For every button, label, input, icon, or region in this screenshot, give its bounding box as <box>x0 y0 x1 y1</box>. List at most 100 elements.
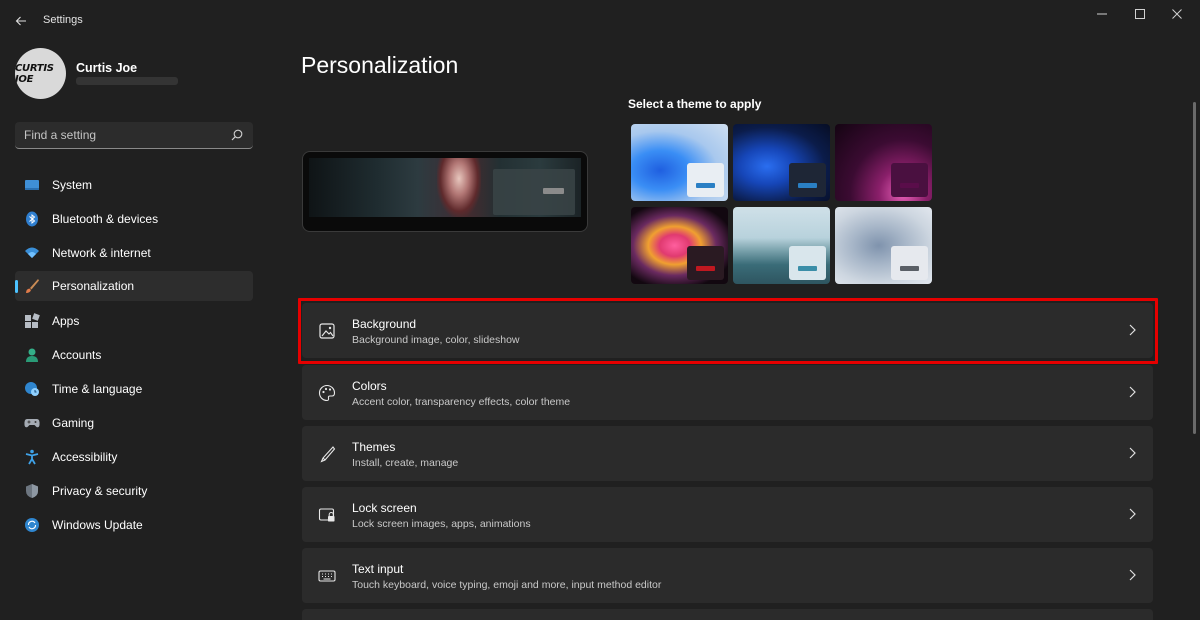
theme-tile-glow[interactable] <box>835 124 932 201</box>
maximize-icon <box>1135 9 1145 19</box>
sidebar-item-label: System <box>52 178 93 192</box>
user-name: Curtis Joe <box>76 61 138 75</box>
card-subtitle: Install, create, manage <box>352 457 459 469</box>
sidebar-item-accounts[interactable]: Accounts <box>15 340 253 370</box>
palette-icon <box>319 384 336 402</box>
theme-preview-window <box>789 246 826 280</box>
image-icon <box>319 323 335 339</box>
theme-accent-bar <box>696 183 715 188</box>
card-colors[interactable]: Colors Accent color, transparency effect… <box>302 365 1153 420</box>
update-icon <box>25 518 39 532</box>
card-subtitle: Touch keyboard, voice typing, emoji and … <box>352 579 662 591</box>
chevron-right-icon <box>1129 324 1136 336</box>
avatar-text: CURTIS JOE <box>15 62 54 85</box>
maximize-button[interactable] <box>1129 6 1151 22</box>
theme-tile-flow[interactable] <box>835 207 932 284</box>
globe-clock-icon <box>25 382 39 396</box>
minimize-icon <box>1097 13 1107 15</box>
search-input[interactable] <box>15 122 225 148</box>
card-lock-screen[interactable]: Lock screen Lock screen images, apps, an… <box>302 487 1153 542</box>
sidebar-item-label: Apps <box>52 314 80 328</box>
card-subtitle: Lock screen images, apps, animations <box>352 518 531 530</box>
sidebar-item-label: Network & internet <box>52 246 151 260</box>
theme-preview-window <box>891 163 928 197</box>
user-email-redacted <box>76 77 178 85</box>
bluetooth-icon <box>26 211 38 227</box>
card-subtitle: Accent color, transparency effects, colo… <box>352 396 571 408</box>
sidebar-item-system[interactable]: System <box>15 170 253 200</box>
desktop-preview <box>302 151 588 232</box>
settings-window: Settings CURTIS JOE Curtis Joe System <box>0 0 1200 620</box>
themes-label: Select a theme to apply <box>628 97 762 111</box>
sidebar-item-label: Windows Update <box>52 518 143 532</box>
card-background[interactable]: Background Background image, color, slid… <box>302 303 1153 358</box>
sidebar-item-label: Gaming <box>52 416 95 430</box>
card-title: Background <box>352 317 417 331</box>
search-box <box>15 122 253 149</box>
wifi-icon <box>25 247 39 258</box>
chevron-right-icon <box>1129 447 1136 459</box>
shield-icon <box>26 484 38 498</box>
sidebar-item-privacy-security[interactable]: Privacy & security <box>15 476 253 506</box>
close-icon <box>1172 9 1182 19</box>
theme-accent-bar <box>696 266 715 271</box>
person-icon <box>26 348 38 362</box>
sidebar-item-label: Accounts <box>52 348 102 362</box>
theme-preview-window <box>891 246 928 280</box>
card-text-input[interactable]: Text input Touch keyboard, voice typing,… <box>302 548 1153 603</box>
keyboard-icon <box>318 570 336 582</box>
gamepad-icon <box>24 419 40 428</box>
theme-preview-window <box>687 246 724 280</box>
lock-screen-icon <box>318 508 335 522</box>
chevron-right-icon <box>1129 569 1136 581</box>
close-button[interactable] <box>1166 6 1188 22</box>
sidebar-item-apps[interactable]: Apps <box>15 306 253 336</box>
sidebar-item-label: Privacy & security <box>52 484 148 498</box>
sidebar-item-accessibility[interactable]: Accessibility <box>15 442 253 472</box>
theme-accent-bar <box>900 266 919 271</box>
card-title: Text input <box>352 562 404 576</box>
preview-wallpaper-figure <box>437 158 481 217</box>
card-subtitle: Background image, color, slideshow <box>352 334 520 346</box>
theme-tile-captured-motion[interactable] <box>631 207 728 284</box>
monitor-icon <box>25 180 39 190</box>
back-button[interactable] <box>10 10 32 32</box>
sidebar-item-label: Bluetooth & devices <box>52 212 159 226</box>
card-title: Themes <box>352 440 396 454</box>
theme-accent-bar <box>900 183 919 188</box>
sidebar-item-personalization[interactable]: Personalization <box>15 271 253 301</box>
scrollbar[interactable] <box>1193 102 1196 434</box>
brush-icon <box>26 279 39 293</box>
minimize-button[interactable] <box>1091 6 1113 22</box>
title-bar: Settings <box>0 0 1200 42</box>
theme-tile-windows-light[interactable] <box>631 124 728 201</box>
pen-icon <box>320 446 336 463</box>
sidebar-item-bluetooth[interactable]: Bluetooth & devices <box>15 204 253 234</box>
theme-tile-windows-dark[interactable] <box>733 124 830 201</box>
theme-preview-window <box>789 163 826 197</box>
avatar[interactable]: CURTIS JOE <box>15 48 66 99</box>
app-title: Settings <box>43 14 83 26</box>
sidebar-item-gaming[interactable]: Gaming <box>15 408 253 438</box>
card-partial <box>302 609 1153 620</box>
theme-accent-bar <box>798 266 817 271</box>
sidebar-item-label: Personalization <box>52 279 135 293</box>
sidebar-item-network[interactable]: Network & internet <box>15 238 253 268</box>
card-title: Lock screen <box>352 501 417 515</box>
search-icon[interactable] <box>231 129 243 141</box>
sidebar-item-label: Accessibility <box>52 450 118 464</box>
theme-preview-window <box>687 163 724 197</box>
card-title: Colors <box>352 379 387 393</box>
chevron-right-icon <box>1129 508 1136 520</box>
theme-tile-sunrise[interactable] <box>733 207 830 284</box>
theme-accent-bar <box>798 183 817 188</box>
page-title: Personalization <box>301 52 459 78</box>
chevron-right-icon <box>1129 386 1136 398</box>
sidebar-item-time-language[interactable]: Time & language <box>15 374 253 404</box>
card-themes[interactable]: Themes Install, create, manage <box>302 426 1153 481</box>
apps-icon <box>25 313 40 328</box>
back-arrow-icon <box>15 16 26 26</box>
sidebar-item-label: Time & language <box>52 382 143 396</box>
preview-window-bar <box>543 188 564 194</box>
sidebar-item-windows-update[interactable]: Windows Update <box>15 510 253 540</box>
